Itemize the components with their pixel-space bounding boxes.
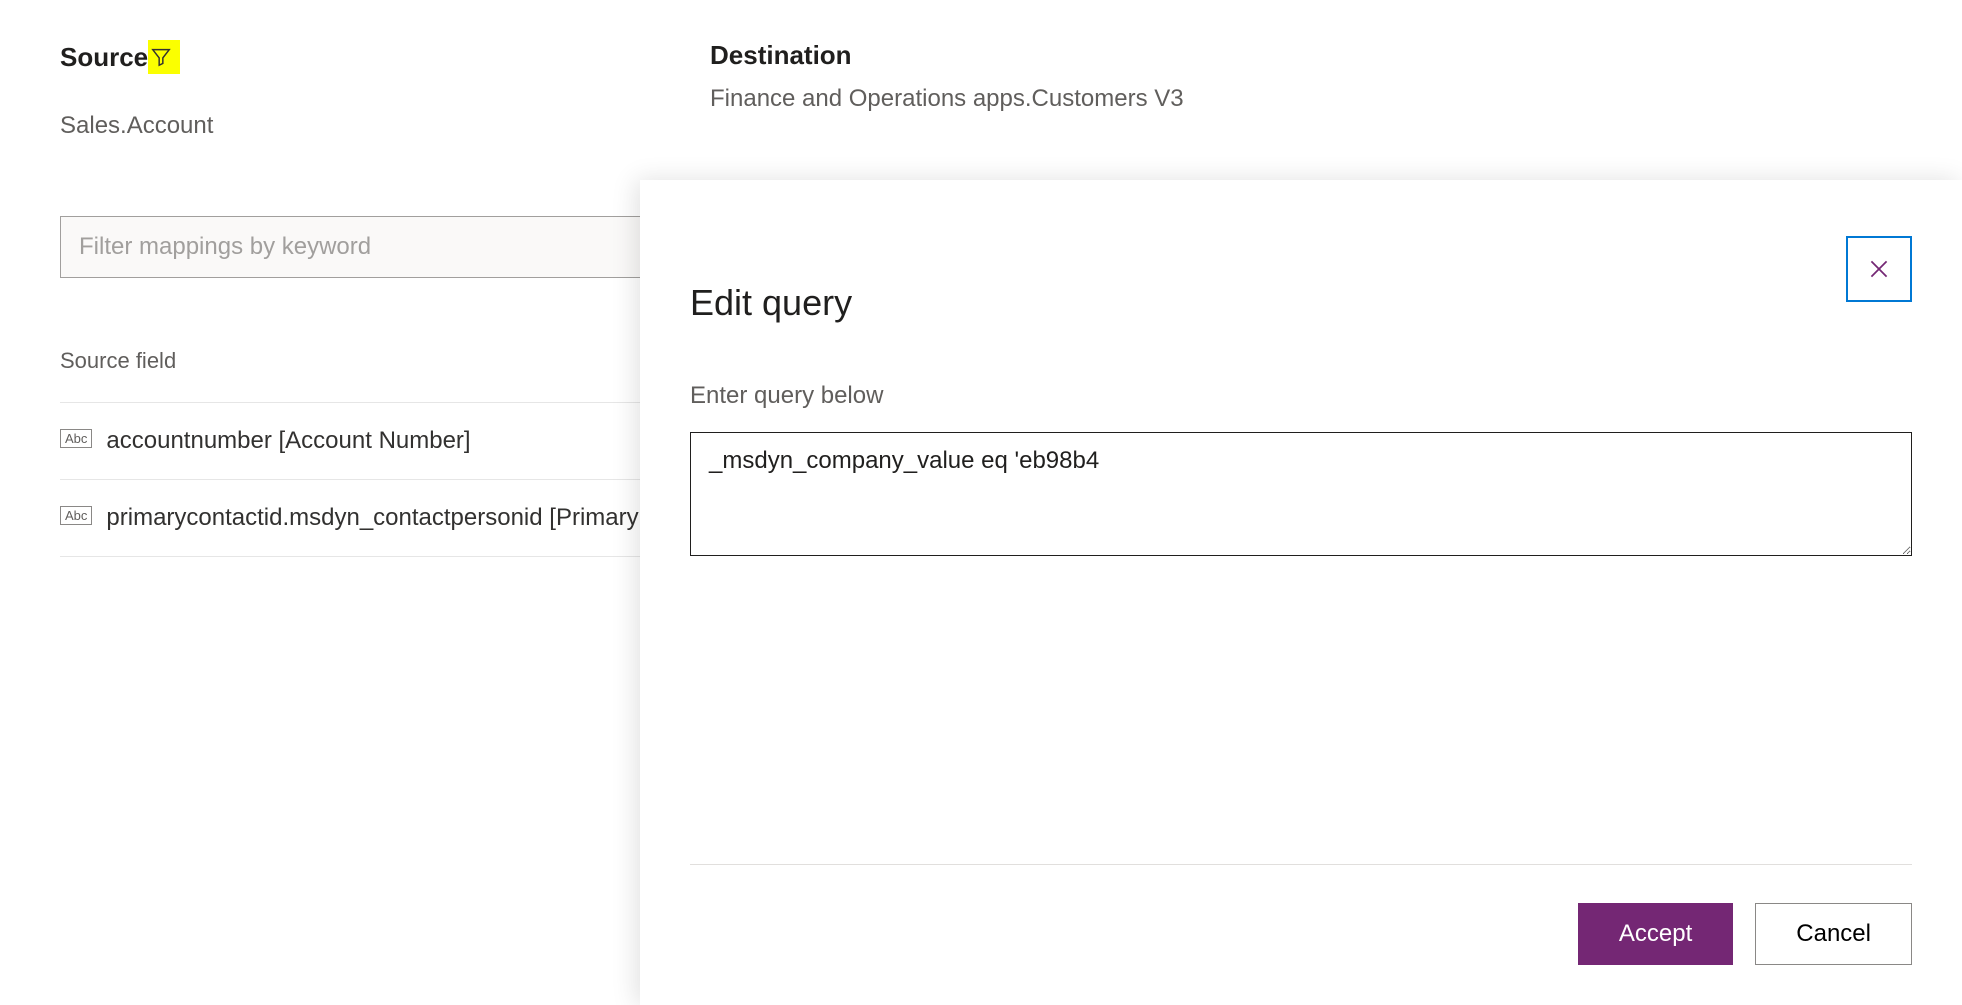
source-value: Sales.Account [60,112,710,140]
abc-type-icon: Abc [60,506,92,525]
dialog-subtitle: Enter query below [690,382,1912,410]
source-filter-highlight[interactable] [148,40,180,74]
filter-icon [150,46,172,68]
source-title: Source [60,42,148,73]
query-input[interactable] [690,432,1912,556]
dialog-footer: Accept Cancel [690,864,1912,965]
destination-title: Destination [710,40,1184,71]
accept-button[interactable]: Accept [1578,903,1733,965]
edit-query-dialog: Edit query Enter query below Accept Canc… [640,180,1962,1005]
abc-type-icon: Abc [60,429,92,448]
destination-value: Finance and Operations apps.Customers V3 [710,85,1184,113]
close-button[interactable] [1846,236,1912,302]
cancel-button[interactable]: Cancel [1755,903,1912,965]
dialog-title: Edit query [690,282,1912,324]
source-field-value: accountnumber [Account Number] [106,423,470,459]
close-icon [1866,256,1892,282]
